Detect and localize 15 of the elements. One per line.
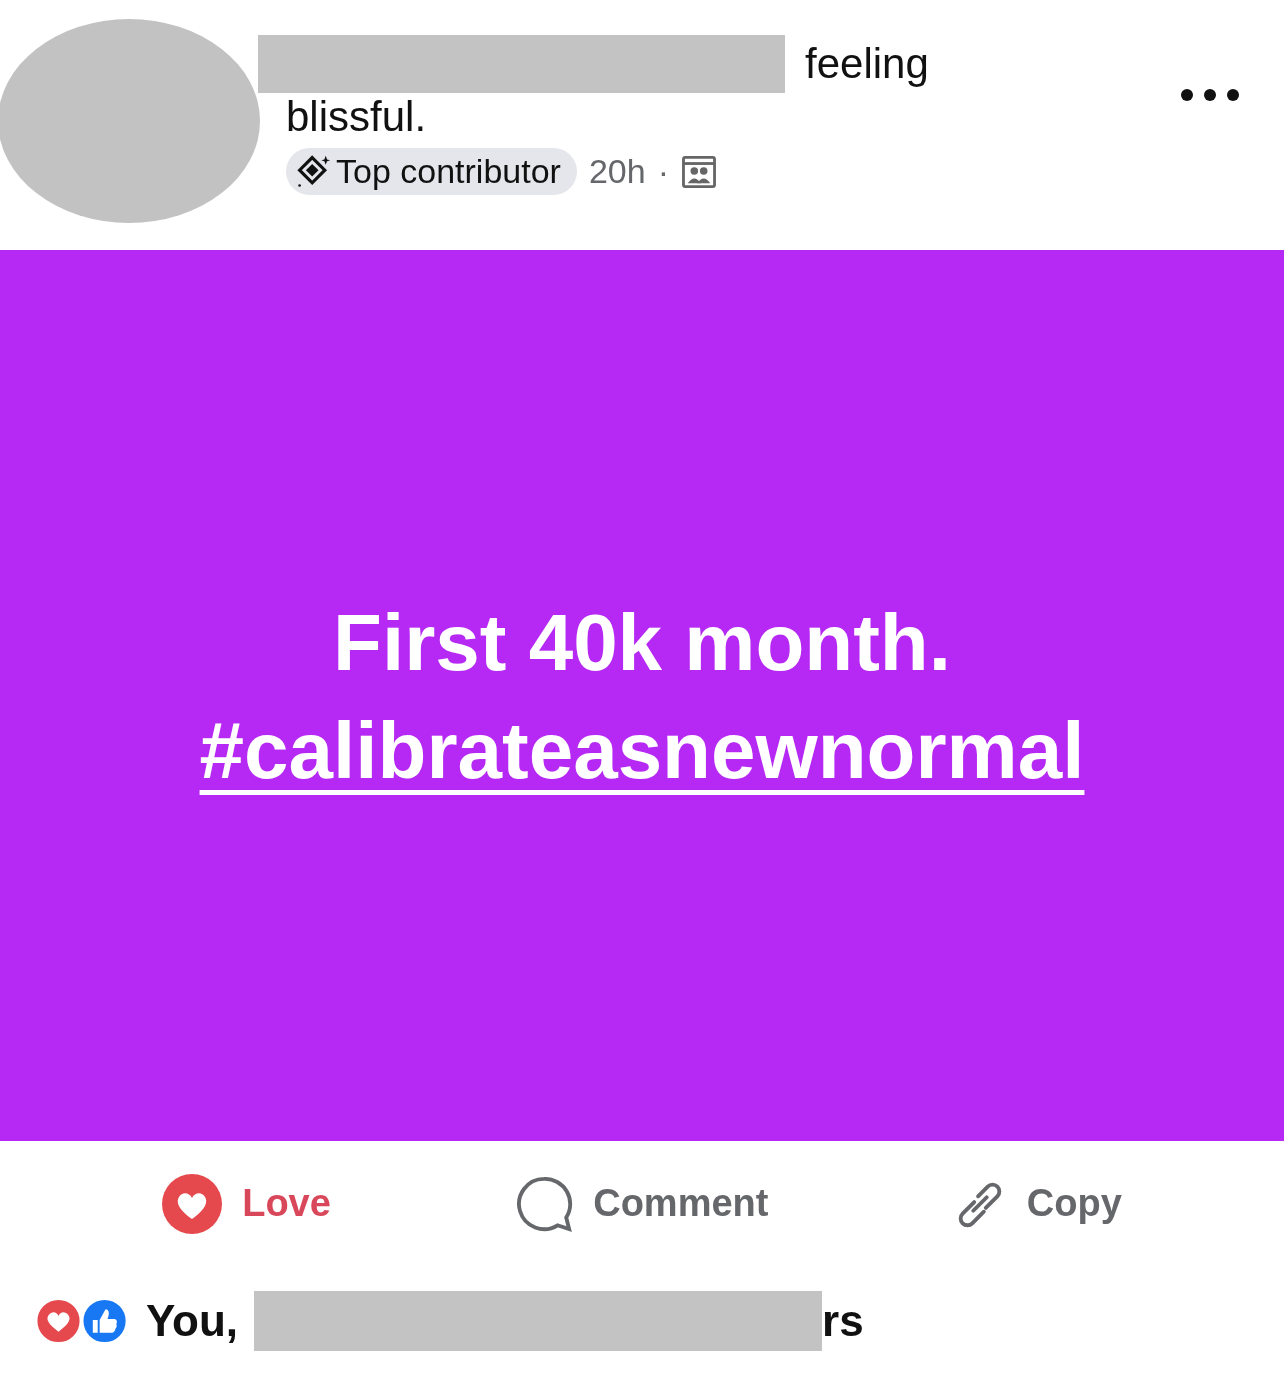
speech-bubble-icon [515, 1174, 574, 1233]
love-button[interactable]: Love [162, 1173, 331, 1234]
post-text: First 40k month. [332, 596, 952, 689]
post-time: 20h [588, 152, 646, 191]
hashtag-link[interactable]: #calibrateasnewnormal [199, 705, 1085, 795]
separator-dot: · [657, 152, 669, 191]
feeling-text: feeling [805, 40, 929, 88]
top-contributor-badge[interactable]: Top contributor [286, 148, 577, 195]
copy-button[interactable]: Copy [952, 1176, 1122, 1231]
feeling-text: blissful. [286, 92, 428, 142]
reaction-names[interactable]: rs [822, 1296, 864, 1346]
diamond-icon [296, 153, 332, 190]
group-audience-icon [680, 155, 717, 188]
reaction-names[interactable]: You, [146, 1296, 239, 1346]
comment-button[interactable]: Comment [515, 1174, 769, 1233]
